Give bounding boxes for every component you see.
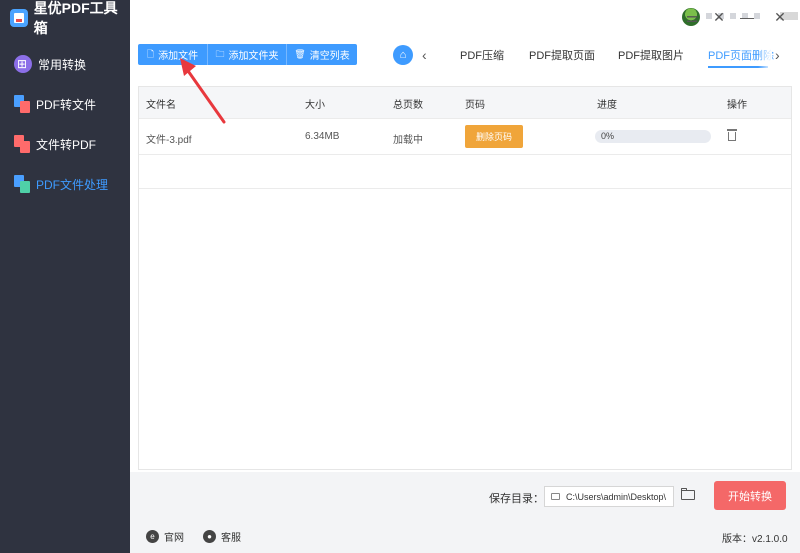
home-icon[interactable]: ⌂ [393, 45, 413, 65]
header-page-numbers: 页码 [465, 100, 485, 111]
tab-pdf-extract-images[interactable]: PDF提取图片 [618, 47, 684, 67]
browser-icon: e [146, 530, 159, 543]
header-pages: 总页数 [393, 100, 423, 111]
header-filename: 文件名 [146, 100, 176, 111]
clear-list-label: 清空列表 [309, 51, 350, 62]
progress-text: 0% [601, 131, 615, 141]
app-logo-icon [10, 9, 28, 27]
browse-folder-icon[interactable] [681, 488, 695, 500]
sidebar-item-label: PDF文件处理 [36, 177, 109, 192]
file-to-pdf-icon [14, 135, 30, 153]
progress-bar: 0% [595, 130, 711, 143]
maximize-icon[interactable] [744, 9, 760, 25]
titlebar: ⚌ ✕ — ✕ [130, 0, 800, 36]
app-title-text: 星优PDF工具箱 [33, 0, 118, 36]
table-header: 文件名 大小 总页数 页码 进度 操作 [139, 87, 791, 119]
trash-icon: 🗑 [294, 49, 306, 59]
close-x-icon[interactable]: ✕ [711, 9, 727, 25]
header-progress: 进度 [597, 100, 617, 111]
sidebar-item-pdf-to-file[interactable]: PDF转文件 [0, 84, 130, 124]
website-link[interactable]: e 官网 [146, 529, 184, 544]
sidebar-item-label: 文件转PDF [36, 137, 97, 152]
cell-size: 6.34MB [305, 131, 340, 142]
sidebar: 星优PDF工具箱 常用转换 PDF转文件 文件转PDF PDF文件处理 [0, 0, 130, 553]
annotation-arrow-icon [180, 58, 226, 124]
save-path-field[interactable]: C:\Users\admin\Desktop\ [544, 486, 674, 507]
file-icon: 🗋 [146, 48, 155, 59]
table-row[interactable]: 文件-3.pdf 6.34MB 加载中 删除页码 0% [139, 119, 791, 155]
empty-table-row [139, 155, 791, 189]
settings-icon[interactable]: ⚌ [684, 9, 700, 25]
sidebar-item-label: PDF转文件 [36, 97, 97, 112]
save-path-text: C:\Users\admin\Desktop\ [566, 491, 667, 502]
tab-overflow-fade [758, 42, 772, 68]
file-list-panel: 文件名 大小 总页数 页码 进度 操作 文件-3.pdf 6.34MB 加载中 … [138, 86, 792, 470]
output-bar: 保存目录： C:\Users\admin\Desktop\ 开始转换 e 官网 … [130, 472, 800, 553]
pdf-to-file-icon [14, 95, 30, 113]
tab-pdf-extract-pages[interactable]: PDF提取页面 [529, 47, 595, 67]
clear-list-button[interactable]: 🗑 清空列表 [287, 44, 357, 65]
tab-next-icon[interactable]: › [775, 46, 780, 64]
sidebar-item-label: 常用转换 [38, 57, 87, 72]
close-icon[interactable]: ✕ [772, 9, 788, 25]
app-title: 星优PDF工具箱 [10, 0, 130, 36]
delete-pages-button[interactable]: 删除页码 [465, 125, 523, 148]
sidebar-item-common[interactable]: 常用转换 [0, 44, 130, 84]
start-convert-button[interactable]: 开始转换 [714, 481, 786, 510]
support-link[interactable]: ● 客服 [203, 529, 241, 544]
file-toolbar: 🗋 添加文件 🗀 添加文件夹 🗑 清空列表 [138, 44, 357, 65]
sidebar-item-file-to-pdf[interactable]: 文件转PDF [0, 124, 130, 164]
sidebar-item-pdf-process[interactable]: PDF文件处理 [0, 164, 130, 204]
add-folder-label: 添加文件夹 [228, 51, 279, 62]
tab-pdf-compress[interactable]: PDF压缩 [460, 47, 504, 67]
website-label: 官网 [164, 533, 184, 544]
version-text: 版本：v2.1.0.0 [722, 534, 788, 545]
grid-icon [14, 55, 32, 73]
support-label: 客服 [221, 533, 241, 544]
sidebar-nav: 常用转换 PDF转文件 文件转PDF PDF文件处理 [0, 44, 130, 204]
cell-filename: 文件-3.pdf [146, 135, 192, 146]
chat-icon: ● [203, 530, 216, 543]
remove-row-trash-icon[interactable] [727, 129, 737, 141]
tab-prev-icon[interactable]: ‹ [422, 46, 427, 64]
pdf-process-icon [14, 175, 30, 193]
cell-pages: 加载中 [393, 135, 423, 146]
folder-small-icon [551, 493, 560, 500]
header-size: 大小 [305, 100, 325, 111]
save-dir-label: 保存目录： [489, 493, 544, 505]
header-actions: 操作 [727, 100, 747, 111]
